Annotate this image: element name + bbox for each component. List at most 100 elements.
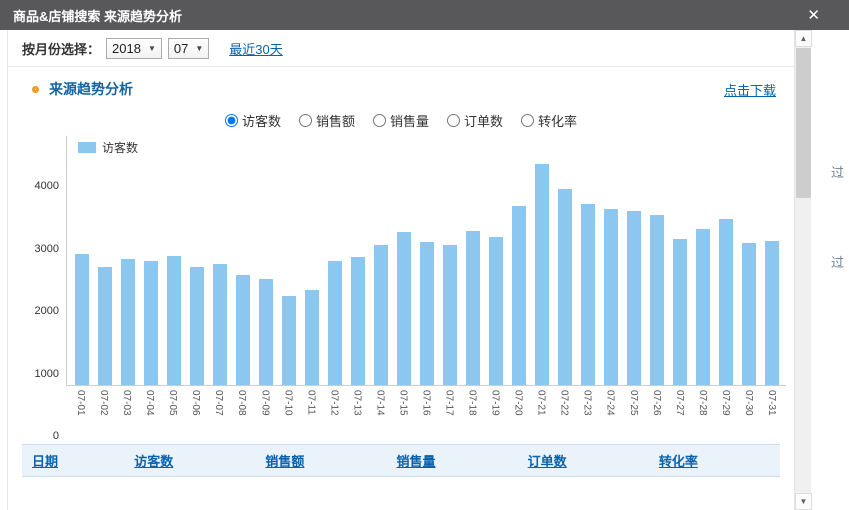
bar-slot xyxy=(185,136,208,385)
x-axis-label: 07-01 xyxy=(69,390,92,436)
x-axis-label: 07-07 xyxy=(207,390,230,436)
radio-visitors[interactable]: 访客数 xyxy=(225,111,281,130)
radio-sales-amount-label: 销售额 xyxy=(316,111,355,130)
table-header-sales-amount[interactable]: 销售额 xyxy=(255,445,386,477)
chevron-down-icon: ▼ xyxy=(195,44,203,53)
x-axis-label: 07-18 xyxy=(461,390,484,436)
bar-slot xyxy=(139,136,162,385)
bar-slot xyxy=(93,136,116,385)
bar-slot xyxy=(162,136,185,385)
background-text-fragment: 过 xyxy=(831,162,844,181)
bar-slot xyxy=(277,136,300,385)
y-axis-label: 1000 xyxy=(35,368,59,380)
radio-sales-volume-input[interactable] xyxy=(373,114,386,127)
chevron-down-icon: ▼ xyxy=(148,44,156,53)
download-link[interactable]: 点击下载 xyxy=(724,80,776,99)
month-dropdown[interactable]: 07 ▼ xyxy=(168,38,209,59)
background-text-fragment: 过 xyxy=(831,252,844,271)
screen: 商品&店铺搜索 来源趋势分析 ✕ 过 过 按月份选择： 2018 ▼ 07 ▼ … xyxy=(0,0,849,510)
bar xyxy=(190,267,204,385)
month-dropdown-value: 07 xyxy=(174,41,188,56)
x-axis-label: 07-24 xyxy=(599,390,622,436)
x-axis-label: 07-26 xyxy=(645,390,668,436)
radio-visitors-input[interactable] xyxy=(225,114,238,127)
radio-orders-label: 订单数 xyxy=(464,111,503,130)
x-axis-label: 07-06 xyxy=(184,390,207,436)
recent-30-days-link[interactable]: 最近30天 xyxy=(229,39,282,58)
x-axis-label: 07-16 xyxy=(414,390,437,436)
bar xyxy=(75,254,89,385)
bar xyxy=(535,164,549,385)
scroll-down-icon[interactable]: ▼ xyxy=(795,493,812,510)
x-axis-label: 07-31 xyxy=(760,390,783,436)
x-axis-label: 07-17 xyxy=(438,390,461,436)
bar xyxy=(489,237,503,385)
x-axis-label: 07-23 xyxy=(576,390,599,436)
x-axis-label: 07-15 xyxy=(391,390,414,436)
radio-visitors-label: 访客数 xyxy=(242,111,281,130)
trend-table: 日期 访客数 销售额 销售量 订单数 转化率 xyxy=(22,444,780,477)
x-axis-label: 07-09 xyxy=(253,390,276,436)
radio-sales-volume[interactable]: 销售量 xyxy=(373,111,429,130)
bar xyxy=(581,204,595,385)
bar-slot xyxy=(668,136,691,385)
bar-slot xyxy=(415,136,438,385)
bar-slot xyxy=(392,136,415,385)
bar-slot xyxy=(254,136,277,385)
bar-slot xyxy=(300,136,323,385)
bar-slot xyxy=(346,136,369,385)
table-header-row: 日期 访客数 销售额 销售量 订单数 转化率 xyxy=(22,445,780,477)
close-icon[interactable]: ✕ xyxy=(807,8,820,23)
bar xyxy=(420,242,434,385)
table-header-orders[interactable]: 订单数 xyxy=(518,445,649,477)
bar xyxy=(604,209,618,385)
y-axis-label: 4000 xyxy=(35,180,59,192)
table-header-sales-volume[interactable]: 销售量 xyxy=(387,445,518,477)
radio-orders-input[interactable] xyxy=(447,114,460,127)
bar xyxy=(236,275,250,385)
bar-slot xyxy=(70,136,93,385)
x-axis-label: 07-29 xyxy=(714,390,737,436)
bar-slot xyxy=(760,136,783,385)
bar xyxy=(144,261,158,386)
table-header-visitors[interactable]: 访客数 xyxy=(124,445,255,477)
radio-sales-volume-label: 销售量 xyxy=(390,111,429,130)
section-title: 来源趋势分析 xyxy=(49,79,133,99)
x-axis-label: 07-25 xyxy=(622,390,645,436)
trend-bar-chart: 访客数 01000200030004000 07-0107-0207-0307-… xyxy=(24,136,786,436)
radio-sales-amount-input[interactable] xyxy=(299,114,312,127)
scrollbar-thumb[interactable] xyxy=(796,48,811,198)
vertical-scrollbar[interactable]: ▲ ▼ xyxy=(794,30,811,510)
bar-slot xyxy=(599,136,622,385)
bar-slot xyxy=(461,136,484,385)
x-axis-label: 07-03 xyxy=(115,390,138,436)
x-axis-label: 07-12 xyxy=(322,390,345,436)
x-axis-label: 07-02 xyxy=(92,390,115,436)
table-header-date[interactable]: 日期 xyxy=(22,445,124,477)
chart-legend: 访客数 xyxy=(78,139,138,156)
month-select-label: 按月份选择： xyxy=(22,39,100,58)
year-dropdown[interactable]: 2018 ▼ xyxy=(106,38,162,59)
bar xyxy=(443,245,457,385)
radio-conversion-rate[interactable]: 转化率 xyxy=(521,111,577,130)
scroll-up-icon[interactable]: ▲ xyxy=(795,30,812,47)
table-header-conversion-rate[interactable]: 转化率 xyxy=(649,445,780,477)
bar-slot xyxy=(231,136,254,385)
y-axis-label: 0 xyxy=(53,430,59,442)
x-axis-label: 07-22 xyxy=(553,390,576,436)
radio-orders[interactable]: 订单数 xyxy=(447,111,503,130)
radio-conversion-rate-input[interactable] xyxy=(521,114,534,127)
modal-content: 按月份选择： 2018 ▼ 07 ▼ 最近30天 来源趋势分析 点击下载 xyxy=(8,30,794,510)
y-axis-label: 2000 xyxy=(35,305,59,317)
bar-slot xyxy=(714,136,737,385)
radio-sales-amount[interactable]: 销售额 xyxy=(299,111,355,130)
bar-slot xyxy=(116,136,139,385)
bar xyxy=(259,279,273,385)
x-axis-label: 07-14 xyxy=(368,390,391,436)
filter-row: 按月份选择： 2018 ▼ 07 ▼ 最近30天 xyxy=(8,30,794,67)
bar-slot xyxy=(484,136,507,385)
bar xyxy=(466,231,480,385)
bar-slot xyxy=(737,136,760,385)
bar xyxy=(650,215,664,385)
bar-slot xyxy=(323,136,346,385)
